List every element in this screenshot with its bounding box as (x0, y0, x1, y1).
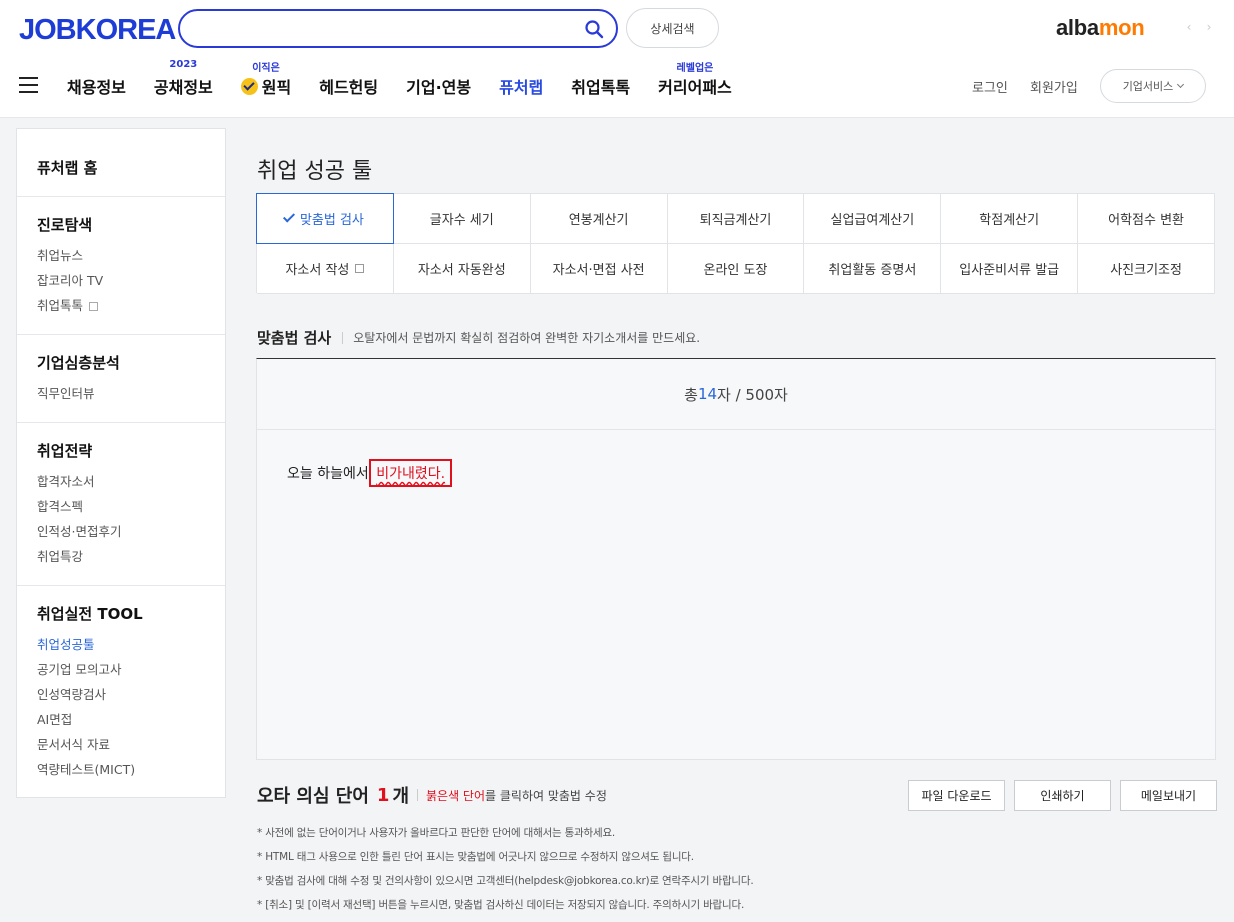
menu-icon[interactable] (19, 77, 38, 93)
external-link-icon (89, 302, 99, 311)
divider (417, 789, 418, 801)
sidebar-section-career: 진로탐색 취업뉴스 잡코리아 TV 취업톡톡 (17, 197, 225, 335)
advanced-search-button[interactable]: 상세검색 (626, 8, 719, 48)
page-title: 취업 성공 툴 (257, 159, 373, 184)
sidebar-item-news[interactable]: 취업뉴스 (37, 243, 225, 268)
tool-photo-resize[interactable]: 사진크기조정 (1078, 244, 1215, 294)
sidebar-section-title: 취업전략 (37, 442, 93, 460)
section-description: 오탈자에서 문법까지 확실히 점검하여 완벽한 자기소개서를 만드세요. (353, 331, 701, 345)
tool-resume-write[interactable]: 자소서 작성 (257, 244, 394, 294)
notice-list: * 사전에 없는 단어이거나 사용자가 올바르다고 판단한 단어에 대해서는 통… (257, 821, 1217, 917)
notice-item: * 사전에 없는 단어이거나 사용자가 올바르다고 판단한 단어에 대해서는 통… (257, 827, 616, 839)
typo-count: 1 (376, 784, 390, 806)
jobkorea-logo[interactable]: JOBKOREA (19, 14, 176, 47)
sidebar-item-jobkorea-tv[interactable]: 잡코리아 TV (37, 268, 225, 293)
sidebar-section-title: 진로탐색 (37, 216, 93, 234)
sidebar-section-title: 기업심층분석 (37, 354, 120, 372)
sidebar-item-success-tool[interactable]: 취업성공툴 (37, 632, 225, 657)
sidebar-item-mock-exam[interactable]: 공기업 모의고사 (37, 657, 225, 682)
tool-resume-autocomplete[interactable]: 자소서 자동완성 (393, 244, 531, 294)
send-mail-button[interactable]: 메일보내기 (1120, 780, 1217, 811)
sidebar-section-company: 기업심층분석 직무인터뷰 (17, 335, 225, 423)
sidebar-home-link[interactable]: 퓨처랩 홈 (37, 157, 225, 178)
tool-grid: 맞춤법 검사 글자수 세기 연봉계산기 퇴직금계산기 실업급여계산기 학점계산기… (256, 193, 1215, 294)
tool-score-convert[interactable]: 어학점수 변환 (1078, 194, 1215, 244)
section-title: 맞춤법 검사 (257, 329, 332, 347)
file-download-button[interactable]: 파일 다운로드 (908, 780, 1005, 811)
tool-severance-calc[interactable]: 퇴직금계산기 (667, 194, 805, 244)
site-header: JOBKOREA 상세검색 albamon ‹ › 채용정보 2023 공채정보 … (0, 0, 1234, 118)
search-box (178, 9, 618, 48)
chevron-down-icon (1177, 80, 1185, 89)
biz-service-button[interactable]: 기업서비스 (1100, 69, 1206, 103)
tool-documents[interactable]: 입사준비서류 발급 (941, 244, 1079, 294)
char-count: 총 14 자 / 500자 (257, 359, 1215, 430)
sidebar-item-mict[interactable]: 역량테스트(MICT) (37, 757, 225, 782)
sidebar-section-title: 취업실전 TOOL (37, 605, 143, 623)
typo-summary: 오타 의심 단어 1 개 붉은색 단어 를 클릭하여 맞춤법 수정 (257, 784, 607, 808)
sidebar-section-tool: 취업실전 TOOL 취업성공툴 공기업 모의고사 인성역량검사 AI면접 문서서… (17, 586, 225, 782)
signup-link[interactable]: 회원가입 (1030, 77, 1078, 96)
tool-char-count[interactable]: 글자수 세기 (393, 194, 531, 244)
sidebar-home-section: 퓨처랩 홈 (17, 129, 225, 197)
notice-item: * [취소] 및 [이력서 재선택] 버튼을 누르시면, 맞춤법 검사하신 데이… (257, 899, 745, 911)
tool-salary-calc[interactable]: 연봉계산기 (530, 194, 668, 244)
tool-certificate[interactable]: 취업활동 증명서 (804, 244, 942, 294)
tool-spell-check[interactable]: 맞춤법 검사 (256, 193, 394, 244)
search-icon[interactable] (584, 19, 604, 39)
sidebar: 퓨처랩 홈 진로탐색 취업뉴스 잡코리아 TV 취업톡톡 기업심층분석 직무인터… (16, 128, 226, 798)
nav-item-jobs[interactable]: 채용정보 (67, 74, 126, 98)
sidebar-item-review[interactable]: 인적성·면접후기 (37, 519, 225, 544)
tool-online-stamp[interactable]: 온라인 도장 (667, 244, 805, 294)
next-arrow-icon[interactable]: › (1202, 20, 1216, 38)
tool-dictionary[interactable]: 자소서·면접 사전 (530, 244, 668, 294)
banner-arrows: ‹ › (1182, 20, 1216, 38)
login-link[interactable]: 로그인 (972, 77, 1008, 96)
tool-gpa-calc[interactable]: 학점계산기 (941, 194, 1079, 244)
nav-item-talk[interactable]: 취업톡톡 (571, 74, 630, 98)
section-header: 맞춤법 검사 오탈자에서 문법까지 확실히 점검하여 완벽한 자기소개서를 만드… (257, 327, 700, 348)
notice-item: * 맞춤법 검사에 대해 수정 및 건의사항이 있으시면 고객센터(helpde… (257, 875, 754, 887)
tool-unemployment-calc[interactable]: 실업급여계산기 (804, 194, 942, 244)
sidebar-item-interview[interactable]: 직무인터뷰 (37, 381, 225, 406)
external-link-icon (355, 264, 365, 273)
divider (342, 331, 344, 344)
sidebar-item-talk[interactable]: 취업톡톡 (37, 293, 225, 318)
sidebar-item-spec[interactable]: 합격스펙 (37, 494, 225, 519)
nav-item-onepick[interactable]: 이직은 원픽 (240, 63, 291, 98)
prev-arrow-icon[interactable]: ‹ (1182, 20, 1196, 38)
notice-item: * HTML 태그 사용으로 인한 틀린 단어 표시는 맞춤법에 어긋나지 않으… (257, 851, 694, 863)
nav-item-company-salary[interactable]: 기업·연봉 (406, 74, 471, 98)
check-badge-icon (240, 78, 258, 95)
print-button[interactable]: 인쇄하기 (1014, 780, 1111, 811)
nav-badge: 레벨업은 (676, 63, 714, 74)
spell-check-result: 총 14 자 / 500자 오늘 하늘에서 비가내렸다. (256, 358, 1216, 760)
check-icon (282, 210, 295, 223)
nav-badge: 이직은 (252, 63, 280, 74)
nav-item-public-recruit[interactable]: 2023 공채정보 (154, 59, 213, 98)
nav-item-futurelab[interactable]: 퓨처랩 (499, 74, 543, 98)
albamon-logo[interactable]: albamon (1056, 15, 1145, 41)
nav-item-headhunting[interactable]: 헤드헌팅 (319, 74, 378, 98)
sidebar-item-lecture[interactable]: 취업특강 (37, 544, 225, 569)
search-input[interactable] (198, 19, 578, 39)
sidebar-section-strategy: 취업전략 합격자소서 합격스펙 인적성·면접후기 취업특강 (17, 423, 225, 586)
nav-badge: 2023 (169, 59, 198, 70)
main-nav: 채용정보 2023 공채정보 이직은 원픽 헤드헌팅 기업·연봉 퓨처랩 취업톡톡 … (67, 59, 760, 98)
sidebar-item-ai-interview[interactable]: AI면접 (37, 707, 225, 732)
nav-item-careerpath[interactable]: 레벨업은 커리어패스 (658, 63, 732, 98)
sidebar-item-documents[interactable]: 문서서식 자료 (37, 732, 225, 757)
typo-word[interactable]: 비가내렸다. (369, 459, 453, 487)
sidebar-item-personality-test[interactable]: 인성역량검사 (37, 682, 225, 707)
checked-text: 오늘 하늘에서 비가내렸다. (287, 459, 453, 487)
sidebar-item-resume[interactable]: 합격자소서 (37, 469, 225, 494)
